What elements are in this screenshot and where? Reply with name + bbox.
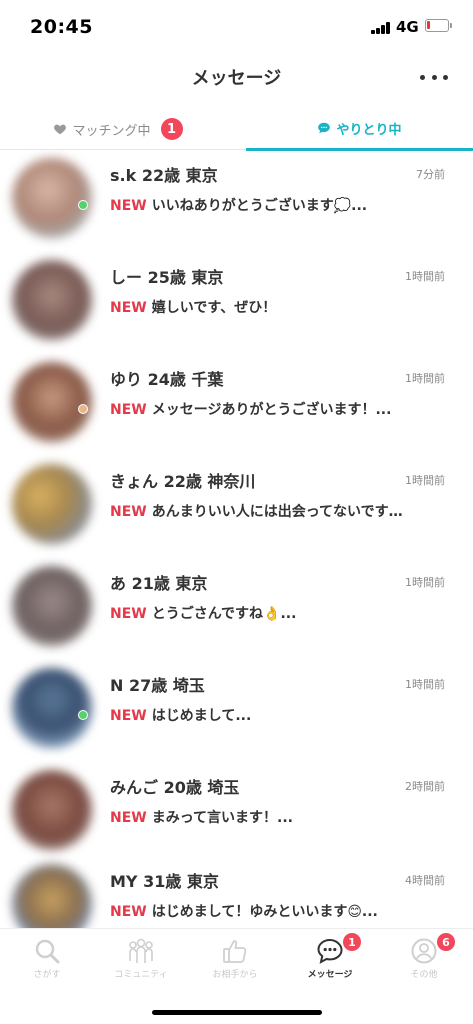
new-tag: NEW [110, 810, 147, 826]
new-tag: NEW [110, 708, 147, 724]
message-list: s.k 22歳 東京 7分前 NEW いいねありがとうございます💭... しー 2… [0, 150, 473, 928]
chat-bubble-icon [318, 122, 331, 134]
message-row[interactable]: N 27歳 埼玉 1時間前 NEW はじめまして... [0, 660, 473, 762]
message-row[interactable]: きょん 22歳 神奈川 1時間前 NEW あんまりいい人には出会ってないです… [0, 456, 473, 558]
new-tag: NEW [110, 904, 147, 920]
message-preview: NEW はじめまして... [110, 705, 450, 725]
community-icon [129, 938, 153, 963]
nav-likes[interactable]: お相手から [188, 929, 282, 989]
nav-search-label: さがす [33, 970, 61, 980]
avatar [12, 566, 92, 646]
message-preview: NEW 嬉しいです、ぜひ！ [110, 297, 450, 317]
chat-bubble-icon [317, 938, 343, 964]
nav-search[interactable]: さがす [0, 929, 94, 989]
profile-icon [411, 938, 437, 964]
new-tag: NEW [110, 300, 147, 316]
message-time: 1時間前 [405, 270, 445, 283]
message-preview: NEW まみって言います！... [110, 807, 450, 827]
network-type: 4G [396, 18, 419, 36]
heart-icon [54, 124, 67, 135]
thumbs-up-icon [223, 940, 247, 963]
preview-text: いいねありがとうございます💭... [151, 198, 368, 214]
tab-matching[interactable]: マッチング中 1 [0, 108, 236, 150]
preview-text: はじめまして！ゆみといいます😊... [151, 904, 378, 920]
message-row[interactable]: みんご 20歳 埼玉 2時間前 NEW まみって言います！... [0, 762, 473, 864]
nav-community[interactable]: コミュニティ [94, 929, 188, 989]
battery-level [427, 21, 430, 29]
message-time: 2時間前 [405, 780, 445, 793]
avatar [12, 864, 92, 928]
tab-chatting-label: やりとり中 [336, 122, 402, 138]
tab-matching-label: マッチング中 [72, 123, 151, 139]
nav-other[interactable]: 6 その他 [377, 929, 471, 989]
message-row[interactable]: あ 21歳 東京 1時間前 NEW とうごさんですね👌... [0, 558, 473, 660]
avatar [12, 362, 92, 442]
sender-name: MY 31歳 東京 [110, 872, 219, 891]
message-preview: NEW とうごさんですね👌... [110, 603, 450, 623]
messages-badge: 1 [343, 933, 361, 951]
home-indicator[interactable] [152, 1010, 322, 1015]
message-row[interactable]: ゆり 24歳 千葉 1時間前 NEW メッセージありがとうございます！... [0, 354, 473, 456]
message-preview: NEW メッセージありがとうございます！... [110, 399, 450, 419]
message-time: 1時間前 [405, 372, 445, 385]
preview-text: はじめまして... [151, 708, 252, 724]
battery-icon [425, 19, 452, 32]
nav-other-label: その他 [410, 970, 438, 980]
message-preview: NEW あんまりいい人には出会ってないです… [110, 501, 450, 521]
message-preview: NEW いいねありがとうございます💭... [110, 195, 450, 215]
message-row[interactable]: MY 31歳 東京 4時間前 NEW はじめまして！ゆみといいます😊... [0, 856, 473, 928]
tab-bar: マッチング中 1 やりとり中 [0, 108, 473, 151]
preview-text: 嬉しいです、ぜひ！ [151, 300, 277, 316]
nav-messages-label: メッセージ [307, 970, 353, 980]
more-dots-icon[interactable] [420, 72, 448, 82]
avatar [12, 770, 92, 850]
matching-badge: 1 [160, 118, 183, 140]
message-row[interactable]: s.k 22歳 東京 7分前 NEW いいねありがとうございます💭... [0, 150, 473, 252]
avatar [12, 158, 92, 238]
avatar [12, 260, 92, 340]
bottom-nav: さがす コミュニティ お相手から 1 メッセージ 6 その他 [0, 928, 473, 1024]
online-indicator [78, 404, 88, 414]
new-tag: NEW [110, 402, 147, 418]
online-indicator [78, 200, 88, 210]
preview-text: あんまりいい人には出会ってないです… [151, 504, 403, 520]
message-row[interactable]: しー 25歳 東京 1時間前 NEW 嬉しいです、ぜひ！ [0, 252, 473, 354]
new-tag: NEW [110, 504, 147, 520]
message-time: 1時間前 [405, 678, 445, 691]
online-indicator [78, 710, 88, 720]
message-time: 4時間前 [405, 874, 445, 887]
new-tag: NEW [110, 198, 147, 214]
other-badge: 6 [437, 933, 455, 951]
avatar [12, 668, 92, 748]
sender-name: あ 21歳 東京 [110, 574, 208, 593]
preview-text: とうごさんですね👌... [151, 606, 297, 622]
nav-messages[interactable]: 1 メッセージ [283, 929, 377, 989]
page-title: メッセージ [191, 68, 282, 89]
sender-name: しー 25歳 東京 [110, 268, 224, 287]
preview-text: メッセージありがとうございます！... [151, 402, 392, 418]
message-preview: NEW はじめまして！ゆみといいます😊... [110, 901, 450, 921]
message-time: 1時間前 [405, 576, 445, 589]
sender-name: ゆり 24歳 千葉 [110, 370, 224, 389]
sender-name: N 27歳 埼玉 [110, 676, 205, 695]
avatar [12, 464, 92, 544]
tab-chatting[interactable]: やりとり中 [246, 108, 473, 151]
sender-name: みんご 20歳 埼玉 [110, 778, 240, 797]
search-icon [35, 939, 60, 964]
sender-name: きょん 22歳 神奈川 [110, 472, 256, 491]
sender-name: s.k 22歳 東京 [110, 166, 218, 185]
message-time: 1時間前 [405, 474, 445, 487]
status-bar: 20:45 4G [0, 0, 473, 54]
new-tag: NEW [110, 606, 147, 622]
message-time: 7分前 [416, 168, 445, 181]
preview-text: まみって言います！... [151, 810, 293, 826]
nav-likes-label: お相手から [212, 970, 258, 980]
nav-community-label: コミュニティ [114, 970, 168, 980]
status-time: 20:45 [30, 16, 93, 38]
signal-icon [371, 22, 391, 34]
header: メッセージ [0, 54, 473, 98]
